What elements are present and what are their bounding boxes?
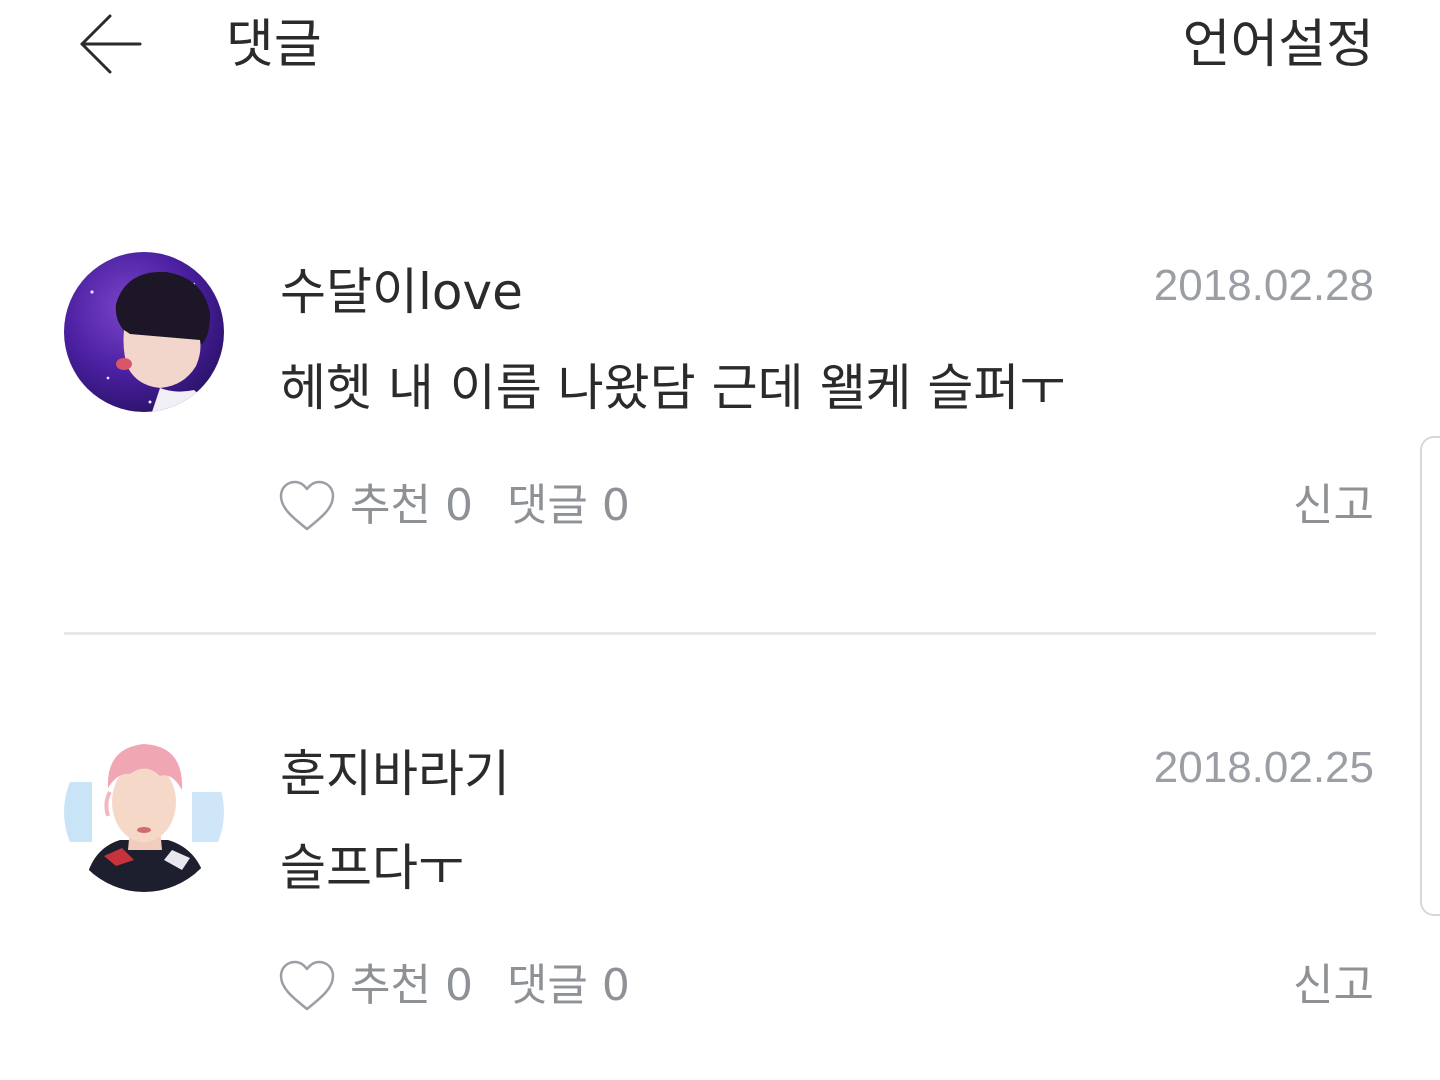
like-count[interactable]: 추천 0 [350,954,473,1018]
report-button[interactable]: 신고 [1293,474,1374,538]
comment-date: 2018.02.25 [1153,743,1374,792]
comments-screen: 댓글 언어설정 수달이love 2018.02.28 헤헷 내 이름 나왔담 근… [0,0,1440,1080]
avatar[interactable] [64,252,224,412]
comment-text: 슬프다ㅜ [280,839,464,897]
report-button[interactable]: 신고 [1293,954,1374,1018]
heart-outline-icon[interactable] [278,479,336,533]
page-title: 댓글 [226,15,322,75]
back-button[interactable] [78,12,144,76]
reply-count-button[interactable]: 댓글 0 [507,474,630,538]
avatar[interactable] [64,732,224,892]
comment-actions: 추천 0 댓글 0 [278,954,630,1018]
comment-actions: 추천 0 댓글 0 [278,474,630,538]
heart-outline-icon[interactable] [278,959,336,1013]
language-settings-button[interactable]: 언어설정 [1183,10,1374,80]
arrow-left-icon [78,12,144,76]
comment-username[interactable]: 훈지바라기 [280,742,510,806]
comment-username[interactable]: 수달이love [280,260,523,324]
like-count[interactable]: 추천 0 [350,474,473,538]
reply-count-button[interactable]: 댓글 0 [507,954,630,1018]
scroll-edge-handle[interactable] [1420,436,1440,916]
comment-date: 2018.02.28 [1153,261,1374,310]
comment-divider [64,632,1376,635]
comment-text: 헤헷 내 이름 나왔담 근데 왤케 슬퍼ㅜ [280,359,1066,417]
